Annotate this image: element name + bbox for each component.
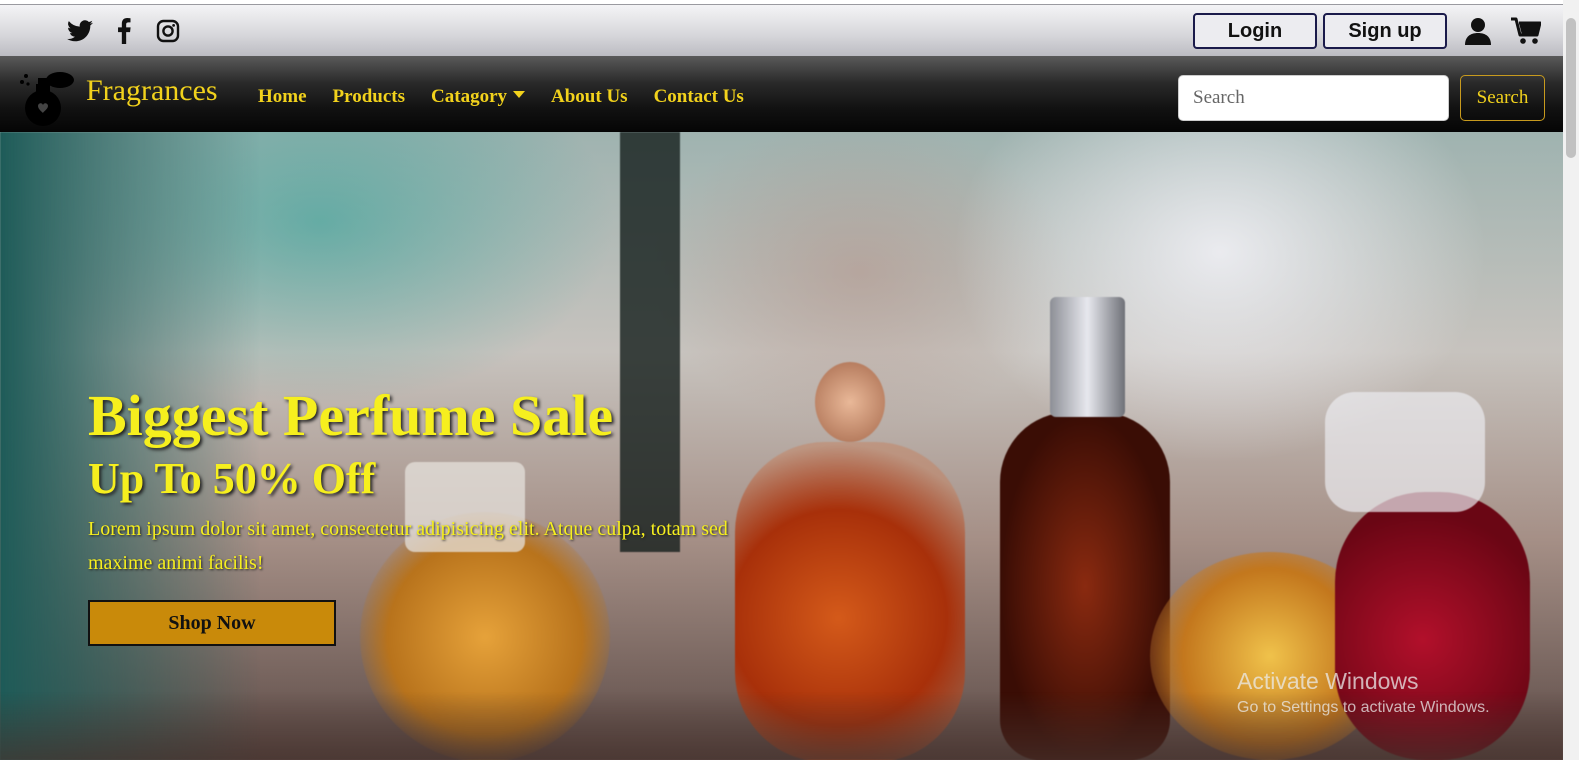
nav-links: Home Products Catagory About Us Contact …: [258, 86, 744, 108]
main-navbar: Fragrances Home Products Catagory About …: [0, 56, 1563, 132]
nav-contact[interactable]: Contact Us: [654, 86, 744, 108]
hero-title: Biggest Perfume Sale: [88, 383, 614, 448]
search-input[interactable]: [1178, 75, 1449, 121]
hero-description: Lorem ipsum dolor sit amet, consectetur …: [88, 518, 728, 574]
login-button[interactable]: Login: [1193, 13, 1317, 49]
hero-content: Biggest Perfume Sale Up To 50% Off Lorem…: [88, 382, 778, 646]
nav-category-label: Catagory: [431, 86, 508, 107]
cart-icon[interactable]: [1509, 14, 1543, 48]
hero-subtitle: Up To 50% Off: [88, 454, 376, 503]
perfume-logo-icon: [20, 72, 74, 126]
windows-activation-watermark: Activate Windows Go to Settings to activ…: [1237, 668, 1490, 717]
brand-name: Fragrances: [86, 74, 218, 107]
social-links: [66, 17, 182, 45]
shop-now-button[interactable]: Shop Now: [88, 600, 336, 646]
auth-area: Login Sign up: [1193, 13, 1543, 49]
twitter-icon[interactable]: [66, 17, 94, 45]
nav-category-dropdown[interactable]: Catagory: [431, 86, 526, 108]
page-scrollbar[interactable]: [1563, 0, 1579, 760]
watermark-subtitle: Go to Settings to activate Windows.: [1237, 699, 1490, 716]
user-icon[interactable]: [1461, 14, 1495, 48]
nav-home[interactable]: Home: [258, 86, 307, 108]
signup-button[interactable]: Sign up: [1323, 13, 1447, 49]
facebook-icon[interactable]: [110, 17, 138, 45]
instagram-icon[interactable]: [154, 17, 182, 45]
nav-about[interactable]: About Us: [551, 86, 628, 108]
chevron-down-icon: [513, 91, 526, 99]
hero-banner: Biggest Perfume Sale Up To 50% Off Lorem…: [0, 132, 1563, 760]
scrollbar-thumb[interactable]: [1566, 18, 1576, 158]
search-button[interactable]: Search: [1460, 75, 1545, 121]
brand[interactable]: Fragrances: [14, 70, 218, 126]
top-bar: Login Sign up: [0, 4, 1563, 56]
watermark-title: Activate Windows: [1237, 668, 1419, 694]
search-form: Search: [1178, 75, 1545, 121]
nav-products[interactable]: Products: [333, 86, 405, 108]
